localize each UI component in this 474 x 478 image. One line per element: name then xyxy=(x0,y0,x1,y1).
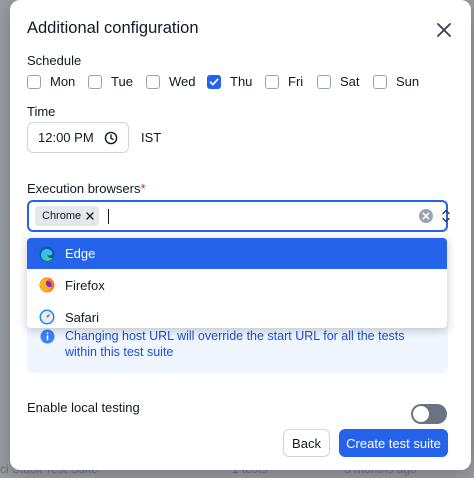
dropdown-toggle-button[interactable] xyxy=(441,207,451,230)
info-text: Changing host URL will override the star… xyxy=(65,329,405,359)
info-icon xyxy=(40,329,55,344)
day-checkbox[interactable] xyxy=(265,74,279,89)
browser-option-edge[interactable]: Edge xyxy=(27,238,447,269)
schedule-label: Schedule xyxy=(27,53,82,68)
day-fri[interactable]: Fri xyxy=(265,74,317,89)
execution-browsers-label: Execution browsers* xyxy=(27,181,146,196)
close-icon xyxy=(86,212,94,220)
day-sat[interactable]: Sat xyxy=(317,74,373,89)
chip-remove-button[interactable] xyxy=(86,212,94,220)
safari-icon xyxy=(39,309,55,325)
firefox-icon xyxy=(39,277,55,293)
edge-icon xyxy=(39,246,55,262)
create-test-suite-button[interactable]: Create test suite xyxy=(339,429,448,457)
required-mark: * xyxy=(140,181,146,196)
day-wed[interactable]: Wed xyxy=(146,74,207,89)
day-thu[interactable]: Thu xyxy=(207,74,265,89)
day-checkbox-checked[interactable] xyxy=(207,74,221,89)
day-checkbox[interactable] xyxy=(88,74,102,89)
chip-label: Chrome xyxy=(42,210,82,222)
text-caret xyxy=(108,208,110,224)
time-label: Time xyxy=(27,104,56,119)
time-input[interactable]: 12:00 PM xyxy=(27,122,129,153)
day-mon[interactable]: Mon xyxy=(27,74,88,89)
clear-circle-icon xyxy=(419,209,433,223)
option-label: Edge xyxy=(65,246,96,261)
additional-configuration-modal: Additional configuration Schedule Mon Tu… xyxy=(10,0,471,470)
timezone-label: IST xyxy=(141,130,162,145)
close-icon xyxy=(437,23,451,37)
checkmark-icon xyxy=(209,78,219,85)
day-sun[interactable]: Sun xyxy=(373,74,423,89)
clock-icon[interactable] xyxy=(104,131,118,145)
execution-browsers-select[interactable]: Chrome xyxy=(27,200,451,232)
day-checkbox[interactable] xyxy=(146,74,160,89)
day-tue[interactable]: Tue xyxy=(88,74,146,89)
back-button[interactable]: Back xyxy=(283,429,330,457)
chevron-up-down-icon xyxy=(442,209,450,223)
time-value: 12:00 PM xyxy=(38,130,94,145)
schedule-days: Mon Tue Wed Thu Fri Sat Sun xyxy=(27,74,423,89)
toggle-knob xyxy=(413,406,429,422)
local-testing-toggle[interactable] xyxy=(411,404,447,424)
browser-option-safari[interactable]: Safari xyxy=(27,301,447,328)
option-label: Safari xyxy=(65,309,99,325)
day-checkbox[interactable] xyxy=(373,74,387,89)
clear-selection-button[interactable] xyxy=(418,208,434,229)
close-button[interactable] xyxy=(434,20,454,40)
modal-title: Additional configuration xyxy=(27,19,199,37)
browser-chip-chrome: Chrome xyxy=(35,206,100,226)
day-checkbox[interactable] xyxy=(317,74,331,89)
browser-option-firefox[interactable]: Firefox xyxy=(27,269,447,301)
browser-options-dropdown: Edge Firefox Safari xyxy=(27,238,447,328)
option-label: Firefox xyxy=(65,277,105,293)
day-checkbox[interactable] xyxy=(27,74,41,89)
local-testing-label: Enable local testing xyxy=(27,400,140,415)
